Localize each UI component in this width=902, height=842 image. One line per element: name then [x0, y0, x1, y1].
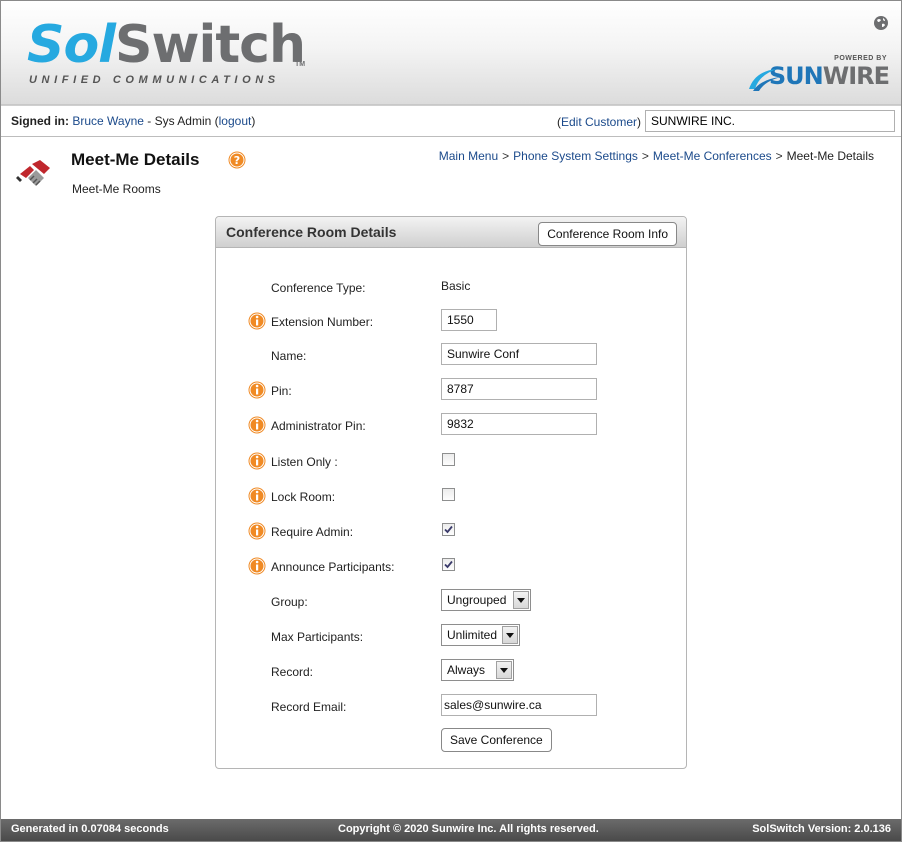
breadcrumb-current: Meet-Me Details: [786, 149, 874, 163]
breadcrumb-separator: >: [775, 149, 783, 163]
page-footer: Generated in 0.07084 seconds Copyright ©…: [1, 819, 901, 841]
help-icon[interactable]: ?: [228, 151, 246, 169]
record-label: Record:: [271, 665, 314, 679]
breadcrumb: Main Menu > Phone System Settings > Meet-Me …: [439, 149, 874, 163]
user-role: - Sys Admin (: [143, 114, 219, 128]
generated-time: Generated in 0.07084 seconds: [11, 823, 169, 835]
row-lock-room: Lock Room:: [216, 484, 686, 510]
logo-sol-text: Sol: [27, 15, 116, 75]
breadcrumb-separator: >: [502, 149, 510, 163]
row-listen-only: Listen Only :: [216, 449, 686, 475]
svg-text:?: ?: [234, 154, 240, 167]
meet-me-icon: [16, 160, 50, 186]
sunwire-logo: SUNWIRE: [748, 61, 890, 91]
row-record-email: Record Email:: [216, 694, 686, 720]
record-select[interactable]: Always: [441, 659, 514, 681]
logout-link[interactable]: logout: [219, 114, 252, 128]
sunwire-swoosh-icon: [748, 69, 781, 91]
page-subtitle: Meet-Me Rooms: [72, 182, 161, 196]
pin-input[interactable]: [441, 378, 597, 400]
edit-customer-link[interactable]: Edit Customer: [561, 115, 637, 129]
lock-room-checkbox[interactable]: [442, 488, 455, 501]
group-select-value: Ungrouped: [447, 593, 507, 607]
row-record: Record: Always: [216, 659, 686, 685]
group-label: Group:: [271, 595, 308, 609]
announce-participants-label: Announce Participants:: [271, 560, 395, 574]
row-extension: Extension Number:: [216, 309, 686, 335]
listen-only-label: Listen Only :: [271, 455, 338, 469]
dropdown-arrow-icon[interactable]: [496, 661, 512, 679]
paren-close: ): [637, 115, 641, 129]
page-title: Meet-Me Details: [71, 150, 200, 169]
row-max-participants: Max Participants: Unlimited: [216, 624, 686, 650]
row-require-admin: Require Admin:: [216, 519, 686, 545]
row-announce-participants: Announce Participants:: [216, 554, 686, 580]
signed-in-info: Signed in: Bruce Wayne - Sys Admin (logo…: [11, 114, 255, 128]
customer-field[interactable]: [645, 110, 895, 132]
info-icon[interactable]: [248, 381, 266, 399]
info-icon[interactable]: [248, 487, 266, 505]
globe-icon[interactable]: [873, 15, 889, 31]
sunwire-wire-text: WIRE: [822, 62, 890, 90]
info-icon[interactable]: [248, 557, 266, 575]
conference-type-label: Conference Type:: [271, 281, 366, 295]
breadcrumb-main-menu[interactable]: Main Menu: [439, 149, 498, 163]
signed-in-bar: Signed in: Bruce Wayne - Sys Admin (logo…: [1, 105, 901, 137]
info-icon[interactable]: [248, 522, 266, 540]
checkmark-icon: [444, 560, 453, 569]
extension-label: Extension Number:: [271, 315, 374, 329]
record-email-label: Record Email:: [271, 700, 347, 714]
require-admin-label: Require Admin:: [271, 525, 354, 539]
extension-input[interactable]: [441, 309, 497, 331]
admin-pin-input[interactable]: [441, 413, 597, 435]
user-name-link[interactable]: Bruce Wayne: [72, 114, 144, 128]
announce-participants-checkbox[interactable]: [442, 558, 455, 571]
row-pin: Pin:: [216, 378, 686, 404]
paren-close: ): [251, 114, 256, 128]
conference-room-panel: Conference Room Details Conference Room …: [215, 216, 687, 769]
dropdown-arrow-icon[interactable]: [502, 626, 518, 644]
row-save: Save Conference: [216, 728, 686, 754]
signed-in-label: Signed in:: [11, 114, 69, 128]
info-icon[interactable]: [248, 312, 266, 330]
max-participants-select-value: Unlimited: [447, 628, 498, 642]
lock-room-label: Lock Room:: [271, 490, 336, 504]
record-select-value: Always: [447, 663, 486, 677]
max-participants-select[interactable]: Unlimited: [441, 624, 520, 646]
listen-only-checkbox[interactable]: [442, 453, 455, 466]
row-admin-pin: Administrator Pin:: [216, 413, 686, 439]
require-admin-checkbox[interactable]: [442, 523, 455, 536]
logo-trademark: TM: [295, 61, 306, 68]
logo-switch-text: Switch: [115, 15, 306, 75]
pin-label: Pin:: [271, 384, 292, 398]
solswitch-logo: SolSwitch: [27, 15, 306, 75]
version-text: SolSwitch Version: 2.0.136: [752, 823, 891, 835]
row-group: Group: Ungrouped: [216, 589, 686, 615]
app-header: SolSwitch TM UNIFIED COMMUNICATIONS POWE…: [1, 1, 901, 105]
name-input[interactable]: [441, 343, 597, 365]
logo-subtitle: UNIFIED COMMUNICATIONS: [29, 74, 280, 86]
row-conference-type: Conference Type: Basic: [216, 275, 686, 301]
breadcrumb-meet-me-conferences[interactable]: Meet-Me Conferences: [653, 149, 772, 163]
conference-room-info-button[interactable]: Conference Room Info: [538, 222, 677, 246]
checkmark-icon: [444, 525, 453, 534]
info-icon[interactable]: [248, 416, 266, 434]
admin-pin-label: Administrator Pin:: [271, 419, 366, 433]
dropdown-arrow-icon[interactable]: [513, 591, 529, 609]
copyright-text: Copyright © 2020 Sunwire Inc. All rights…: [338, 823, 599, 835]
row-name: Name:: [216, 343, 686, 369]
save-conference-button[interactable]: Save Conference: [441, 728, 552, 752]
breadcrumb-separator: >: [641, 149, 649, 163]
name-label: Name:: [271, 349, 307, 363]
record-email-input[interactable]: [441, 694, 597, 716]
group-select[interactable]: Ungrouped: [441, 589, 531, 611]
edit-customer: (Edit Customer): [557, 115, 641, 129]
panel-title: Conference Room Details: [226, 224, 397, 240]
conference-type-value: Basic: [441, 279, 471, 293]
max-participants-label: Max Participants:: [271, 630, 364, 644]
panel-header: Conference Room Details Conference Room …: [216, 217, 686, 248]
breadcrumb-phone-system-settings[interactable]: Phone System Settings: [513, 149, 638, 163]
info-icon[interactable]: [248, 452, 266, 470]
